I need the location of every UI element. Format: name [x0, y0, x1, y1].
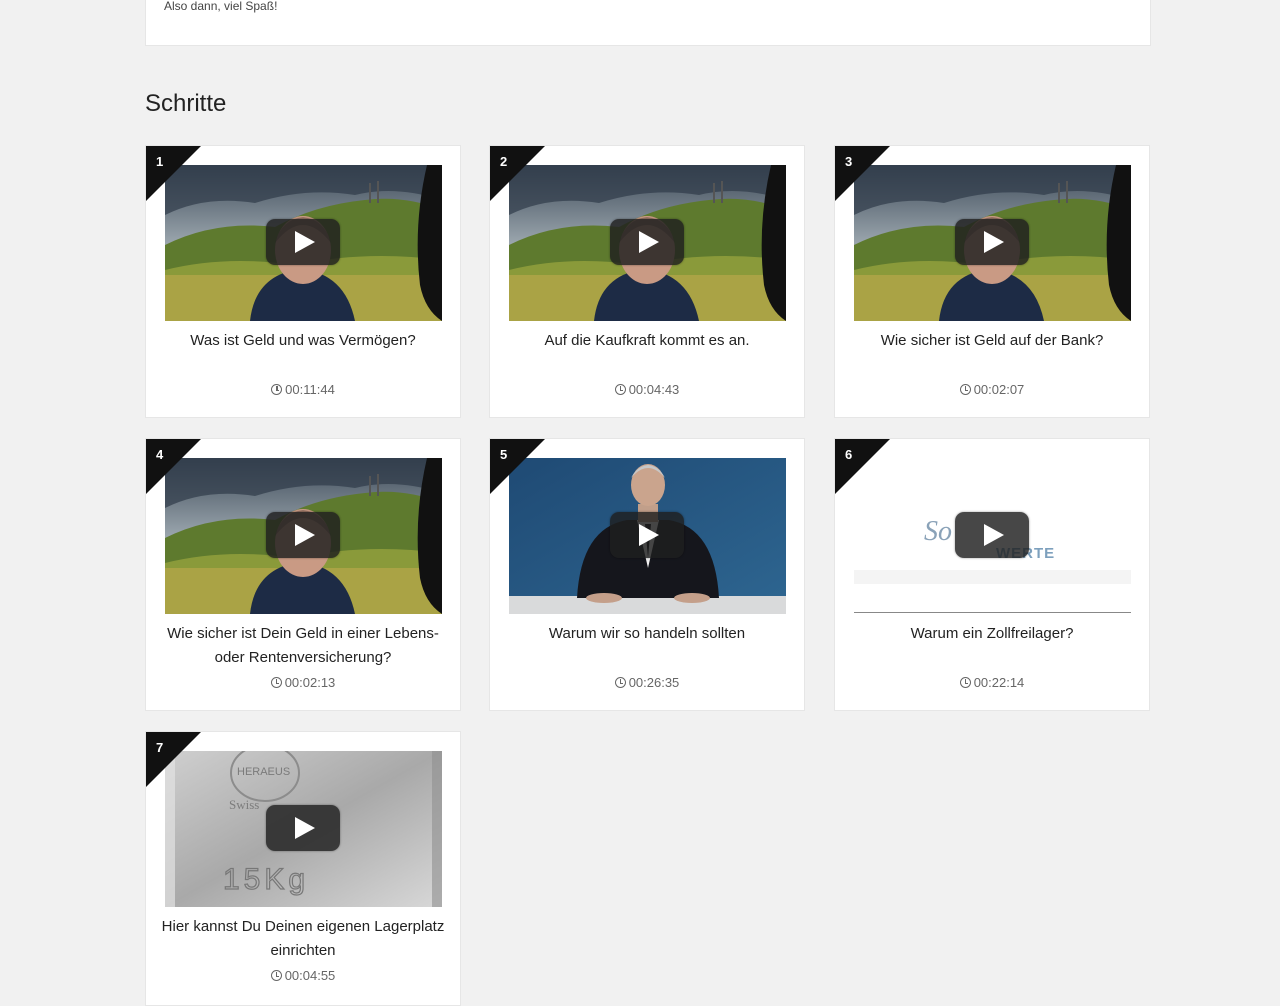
step-number-ribbon	[146, 146, 201, 201]
step-duration: 00:04:55	[146, 968, 460, 983]
section-title: Schritte	[145, 90, 227, 117]
duration-text: 00:02:13	[284, 675, 336, 690]
play-button-icon[interactable]	[266, 219, 340, 265]
clock-icon	[270, 677, 282, 688]
step-number-ribbon	[146, 732, 201, 787]
intro-text: Also dann, viel Spaß!	[164, 0, 278, 13]
bar-text-weight: 15Kg	[223, 863, 309, 896]
play-button-icon[interactable]	[955, 219, 1029, 265]
step-number: 3	[845, 154, 853, 169]
play-button-icon[interactable]	[610, 219, 684, 265]
step-duration: 00:02:07	[835, 382, 1149, 397]
step-card[interactable]: 5 Warum wir so handeln sollten 00:26:35	[489, 438, 805, 711]
intro-card: Also dann, viel Spaß!	[145, 0, 1151, 46]
clock-icon	[271, 384, 283, 395]
step-title[interactable]: Warum wir so handeln sollten	[500, 622, 794, 646]
step-duration: 00:04:43	[490, 382, 804, 397]
step-number-ribbon	[146, 439, 201, 494]
step-number-ribbon	[835, 439, 890, 494]
step-title[interactable]: Wie sicher ist Dein Geld in einer Lebens…	[156, 622, 450, 670]
clock-icon	[270, 970, 282, 981]
duration-text: 00:26:35	[628, 675, 680, 690]
clock-icon	[614, 384, 626, 395]
step-card[interactable]: So WERTE 6 Warum ein Zollfreilager? 00:2…	[834, 438, 1150, 711]
duration-text: 00:22:14	[973, 675, 1025, 690]
step-number: 6	[845, 447, 853, 462]
play-button-icon[interactable]	[955, 512, 1029, 558]
duration-text: 00:11:44	[285, 382, 335, 397]
step-card[interactable]: 3 Wie sicher ist Geld auf der Bank? 00:0…	[834, 145, 1150, 418]
video-thumbnail[interactable]	[509, 458, 786, 614]
step-title[interactable]: Hier kannst Du Deinen eigenen Lagerplatz…	[156, 915, 450, 963]
step-card[interactable]: 2 Auf die Kaufkraft kommt es an. 00:04:4…	[489, 145, 805, 418]
play-button-icon[interactable]	[610, 512, 684, 558]
step-duration: 00:02:13	[146, 675, 460, 690]
step-title[interactable]: Was ist Geld und was Vermögen?	[156, 329, 450, 353]
clock-icon	[959, 677, 971, 688]
step-number-ribbon	[835, 146, 890, 201]
step-duration: 00:11:44	[146, 382, 460, 397]
step-number: 1	[156, 154, 164, 169]
step-number: 2	[500, 154, 508, 169]
clock-icon	[959, 384, 971, 395]
step-duration: 00:26:35	[490, 675, 804, 690]
video-thumbnail[interactable]	[165, 165, 442, 321]
step-card[interactable]: HERAEUS Swiss 15Kg 7 Hier kannst Du Dein…	[145, 731, 461, 1006]
video-thumbnail[interactable]: So WERTE	[854, 458, 1131, 614]
divider	[854, 612, 1131, 613]
duration-text: 00:04:55	[284, 968, 336, 983]
video-thumbnail[interactable]: HERAEUS Swiss 15Kg	[165, 751, 442, 907]
step-card[interactable]: 4 Wie sicher ist Dein Geld in einer Lebe…	[145, 438, 461, 711]
step-number-ribbon	[490, 146, 545, 201]
step-number: 7	[156, 740, 164, 755]
bar-text-top: HERAEUS	[237, 766, 290, 778]
bar-text-mid: Swiss	[229, 797, 259, 812]
step-title[interactable]: Auf die Kaufkraft kommt es an.	[500, 329, 794, 353]
duration-text: 00:02:07	[973, 382, 1025, 397]
duration-text: 00:04:43	[628, 382, 680, 397]
step-title[interactable]: Wie sicher ist Geld auf der Bank?	[845, 329, 1139, 353]
clock-icon	[614, 677, 626, 688]
step-duration: 00:22:14	[835, 675, 1149, 690]
play-button-icon[interactable]	[266, 512, 340, 558]
step-title[interactable]: Warum ein Zollfreilager?	[845, 622, 1139, 646]
step-number: 4	[156, 447, 164, 462]
video-thumbnail[interactable]	[854, 165, 1131, 321]
step-number: 5	[500, 447, 508, 462]
step-card[interactable]: 1 Was ist Geld und was Vermögen? 00:11:4…	[145, 145, 461, 418]
step-number-ribbon	[490, 439, 545, 494]
video-thumbnail[interactable]	[509, 165, 786, 321]
play-button-icon[interactable]	[266, 805, 340, 851]
video-thumbnail[interactable]	[165, 458, 442, 614]
logo-text-left: So	[924, 516, 952, 547]
